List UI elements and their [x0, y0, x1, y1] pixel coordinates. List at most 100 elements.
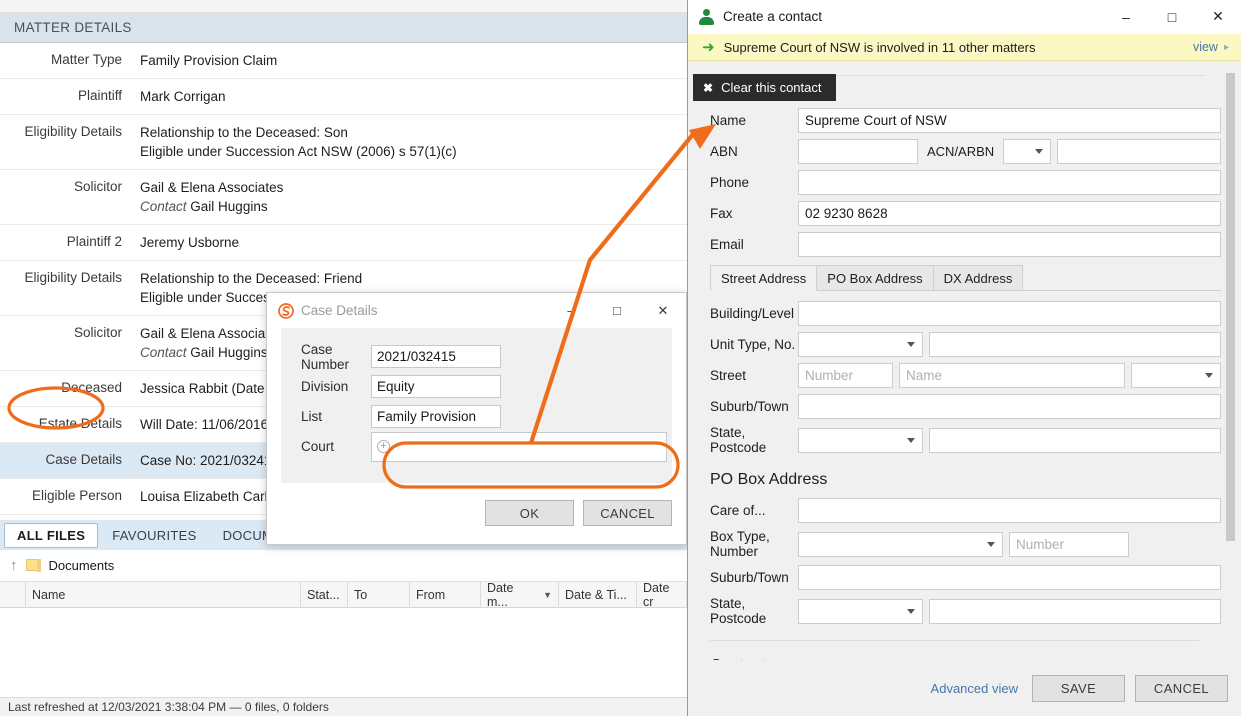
column-header[interactable]	[0, 581, 26, 608]
breadcrumb: ↑ Documents	[0, 550, 687, 581]
case-field-input[interactable]: Equity	[371, 375, 501, 398]
case-field-label: Court	[301, 439, 335, 454]
contact-titlebar: Create a contact – □ ✕	[688, 0, 1241, 34]
section-divider	[710, 640, 1199, 641]
plus-icon[interactable]: +	[377, 440, 390, 453]
abn-input[interactable]	[798, 139, 918, 164]
contact-window-buttons: – □ ✕	[1103, 0, 1241, 34]
address-tab-bar: Street Address PO Box Address DX Address	[710, 265, 1221, 291]
maximize-icon[interactable]: □	[594, 294, 640, 328]
cancel-button[interactable]: CANCEL	[1135, 674, 1228, 702]
contact-field-row: ABN ACN/ARBN	[688, 139, 1221, 164]
street-unittypeno-select[interactable]	[798, 332, 923, 357]
close-x-icon: ✖	[703, 80, 714, 95]
name-input[interactable]: Supreme Court of NSW	[798, 108, 1221, 133]
matter-row-label: Deceased	[61, 380, 122, 395]
street-statepostcode-select[interactable]	[798, 427, 923, 453]
matter-row-label: Estate Details	[38, 416, 122, 431]
scrollbar-thumb[interactable]	[1226, 73, 1235, 541]
chevron-down-icon[interactable]	[987, 541, 995, 547]
close-icon[interactable]: ✕	[1195, 0, 1241, 34]
chevron-down-icon[interactable]	[907, 608, 915, 614]
column-header[interactable]: From	[410, 581, 481, 608]
column-header[interactable]: Date cr	[637, 581, 687, 609]
phone-input[interactable]	[798, 170, 1221, 195]
contact-field-row: Fax 02 9230 8628	[688, 201, 1221, 226]
fax-input[interactable]: 02 9230 8628	[798, 201, 1221, 226]
column-header[interactable]: Date m... ▼	[481, 581, 559, 609]
street-unittypeno-input[interactable]	[929, 332, 1221, 357]
column-header[interactable]: To	[348, 581, 410, 608]
street-type-select[interactable]	[1131, 363, 1221, 388]
case-field-row: Court +	[281, 431, 672, 462]
column-header[interactable]: Stat...	[301, 581, 348, 608]
chevron-right-icon[interactable]: ▸	[1224, 42, 1229, 53]
matter-row[interactable]: Eligibility Details Relationship to the D…	[0, 115, 687, 170]
case-field-label: List	[301, 409, 323, 424]
street-number-input[interactable]: Number	[798, 363, 893, 388]
pobox-statepostcode-input[interactable]	[929, 598, 1221, 624]
address-tab-dx-address[interactable]: DX Address	[932, 265, 1024, 290]
field-label: Phone	[710, 175, 750, 190]
matter-details-header: MATTER DETAILS	[0, 13, 687, 43]
app-top-strip	[0, 0, 687, 13]
save-button[interactable]: SAVE	[1032, 674, 1125, 702]
matter-row-label: Eligibility Details	[24, 124, 122, 139]
pobox-careof-input[interactable]	[798, 498, 1221, 523]
pobox-suburbtown-input[interactable]	[798, 565, 1221, 590]
column-header[interactable]: Name	[26, 581, 301, 608]
pobox-statepostcode-select[interactable]	[798, 598, 923, 624]
street-statepostcode-input[interactable]	[929, 427, 1221, 453]
column-header[interactable]: Date & Ti...	[559, 581, 637, 608]
email-input[interactable]	[798, 232, 1221, 257]
chevron-down-icon[interactable]	[907, 437, 915, 443]
matter-row-value: Family Provision Claim	[140, 53, 278, 68]
minimize-icon[interactable]: –	[1103, 0, 1149, 34]
up-arrow-icon[interactable]: ↑	[10, 557, 18, 574]
ok-button[interactable]: OK	[485, 500, 574, 526]
notice-view-link[interactable]: view	[1193, 40, 1218, 54]
acn-arbn-select[interactable]	[1003, 139, 1052, 164]
acn-arbn-input[interactable]	[1057, 139, 1221, 164]
breadcrumb-label[interactable]: Documents	[49, 558, 115, 573]
matter-row[interactable]: Matter Type Family Provision Claim	[0, 43, 687, 79]
street-buildinglevel-input[interactable]	[798, 301, 1221, 326]
case-field-row: List Family Provision	[281, 402, 672, 431]
matter-row-value: Mark Corrigan	[140, 89, 226, 104]
contact-window-title: Create a contact	[723, 9, 823, 24]
chevron-down-icon[interactable]	[907, 342, 915, 347]
field-label: Fax	[710, 206, 733, 221]
minimize-icon[interactable]: –	[548, 294, 594, 328]
advanced-view-link[interactable]: Advanced view	[931, 681, 1018, 696]
matter-row[interactable]: Solicitor Gail & Elena Associates Contact …	[0, 170, 687, 225]
matter-row[interactable]: Plaintiff Mark Corrigan	[0, 79, 687, 115]
street-suburbtown-input[interactable]	[798, 394, 1221, 419]
clear-this-contact-button[interactable]: ✖ Clear this contact	[693, 74, 836, 101]
files-tab-favourites[interactable]: FAVOURITES	[100, 524, 208, 547]
files-tab-all-files[interactable]: ALL FILES	[4, 522, 99, 548]
court-add-field[interactable]: +	[371, 431, 667, 462]
pobox-field-row: Box Type, Number Number	[688, 529, 1221, 559]
matter-row[interactable]: Plaintiff 2 Jeremy Usborne	[0, 225, 687, 261]
box-number-input[interactable]: Number	[1009, 531, 1129, 557]
box-type-select[interactable]	[798, 531, 1003, 557]
contact-footer: Advanced view SAVE CANCEL	[688, 660, 1241, 716]
chevron-down-icon[interactable]	[1035, 149, 1044, 154]
cancel-button[interactable]: CANCEL	[583, 500, 672, 526]
street-field-row: Unit Type, No.	[688, 332, 1221, 357]
chevron-down-icon[interactable]	[1205, 373, 1213, 378]
case-field-input[interactable]: 2021/032415	[371, 345, 501, 368]
close-icon[interactable]: ✕	[640, 294, 686, 328]
address-tab-po-box-address[interactable]: PO Box Address	[816, 265, 934, 290]
vertical-scrollbar[interactable]: ⌄	[1226, 73, 1235, 676]
case-field-input[interactable]: Family Provision	[371, 405, 501, 428]
matter-row-label: Eligibility Details	[24, 270, 122, 285]
matter-row-label: Case Details	[45, 452, 122, 467]
sort-descending-icon[interactable]: ▼	[543, 590, 552, 600]
matter-row-label: Eligible Person	[31, 488, 122, 503]
field-label: Name	[710, 113, 747, 128]
street-name-input[interactable]: Name	[899, 363, 1125, 388]
maximize-icon[interactable]: □	[1149, 0, 1195, 34]
address-tab-street-address[interactable]: Street Address	[710, 265, 818, 291]
street-field-row: State, Postcode	[688, 425, 1221, 455]
